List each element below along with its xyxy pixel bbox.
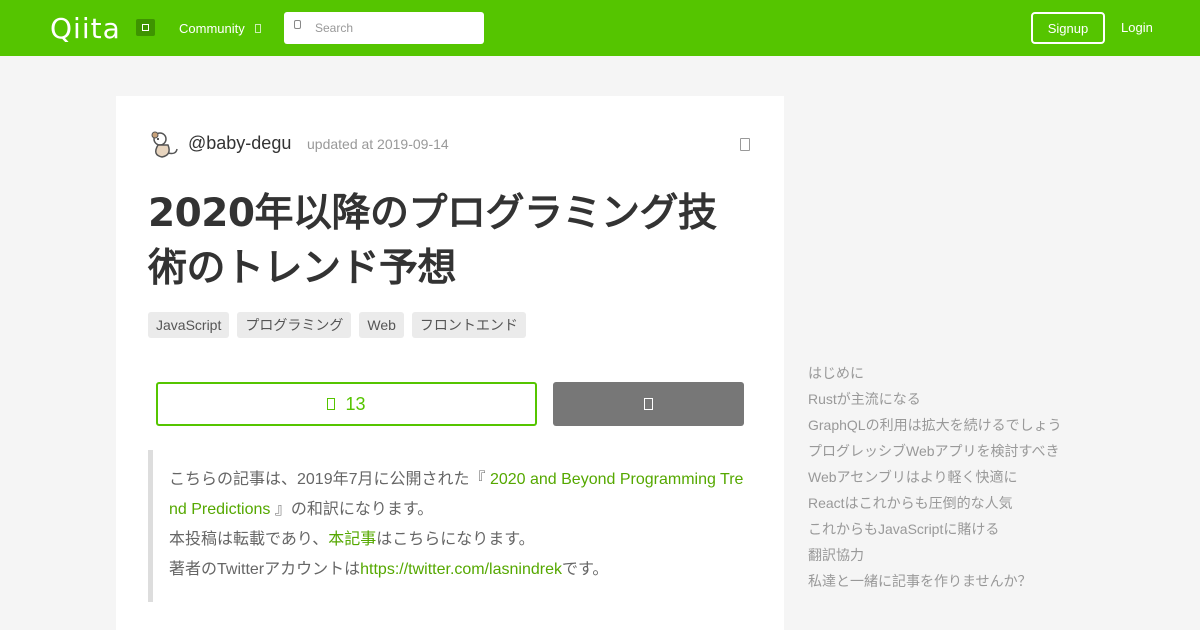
history-icon[interactable]	[740, 138, 750, 151]
search-icon	[294, 20, 301, 32]
toc-item[interactable]: 私達と一緒に記事を作りませんか？	[808, 570, 1062, 596]
toc-item[interactable]: Webアセンブリはより軽く快適に	[808, 466, 1062, 492]
search-input[interactable]	[315, 18, 475, 38]
author-avatar[interactable]	[148, 129, 178, 159]
qiita-logo[interactable]: Qiita	[50, 12, 121, 45]
tag-list: JavaScript プログラミング Web フロントエンド	[148, 312, 526, 338]
login-link[interactable]: Login	[1121, 20, 1153, 35]
stock-icon	[644, 398, 653, 410]
toc-item[interactable]: Rustが主流になる	[808, 388, 1062, 414]
community-label: Community	[179, 21, 245, 36]
quote-text: こちらの記事は、2019年7月に公開された『	[169, 471, 486, 488]
tag-javascript[interactable]: JavaScript	[148, 312, 230, 338]
quote-text: です。	[561, 561, 609, 578]
author-username[interactable]: @baby-degu	[188, 133, 291, 154]
stock-button[interactable]	[553, 382, 744, 426]
article-title: 2020年以降のプログラミング技術のトレンド予想	[148, 191, 717, 291]
like-count: 13	[345, 393, 366, 414]
team-badge-icon[interactable]	[136, 19, 155, 36]
tag-frontend[interactable]: フロントエンド	[411, 312, 526, 338]
table-of-contents: はじめに Rustが主流になる GraphQLの利用は拡大を続けるでしょう プロ…	[808, 362, 1062, 596]
intro-blockquote: こちらの記事は、2019年7月に公開された『 2020 and Beyond P…	[148, 450, 748, 602]
search-box[interactable]	[284, 12, 484, 44]
toc-item[interactable]: GraphQLの利用は拡大を続けるでしょう	[808, 414, 1062, 440]
like-icon	[327, 398, 336, 410]
signup-button[interactable]: Signup	[1031, 12, 1105, 44]
community-menu[interactable]: Community	[179, 21, 261, 36]
quote-text: はこちらになります。	[376, 531, 535, 548]
quote-text: 本投稿は転載であり、	[169, 531, 329, 548]
original-article-link[interactable]: 2020 and Beyond Programming Tre	[490, 471, 743, 488]
quote-text: 著者のTwitterアカウントは	[169, 561, 361, 578]
toc-item[interactable]: 翻訳協力	[808, 544, 1062, 570]
twitter-link[interactable]: https://twitter.com/lasnindrek	[360, 561, 562, 578]
toc-item[interactable]: はじめに	[808, 362, 1062, 388]
tag-web[interactable]: Web	[359, 312, 404, 338]
original-article-link-cont[interactable]: nd Predictions	[169, 501, 270, 518]
toc-item[interactable]: Reactはこれからも圧倒的な人気	[808, 492, 1062, 518]
updated-date: updated at 2019-09-14	[307, 136, 449, 152]
tag-programming[interactable]: プログラミング	[237, 312, 352, 338]
toc-item[interactable]: プログレッシブWebアプリを検討すべき	[808, 440, 1062, 466]
like-button[interactable]: 13	[156, 382, 537, 426]
toc-item[interactable]: これからもJavaScriptに賭ける	[808, 518, 1062, 544]
quote-text: 』の和訳になります。	[274, 501, 434, 518]
source-article-link[interactable]: 本記事	[328, 531, 376, 548]
global-header: Qiita Community Signup Login	[0, 0, 1200, 56]
chevron-down-icon	[254, 24, 261, 33]
